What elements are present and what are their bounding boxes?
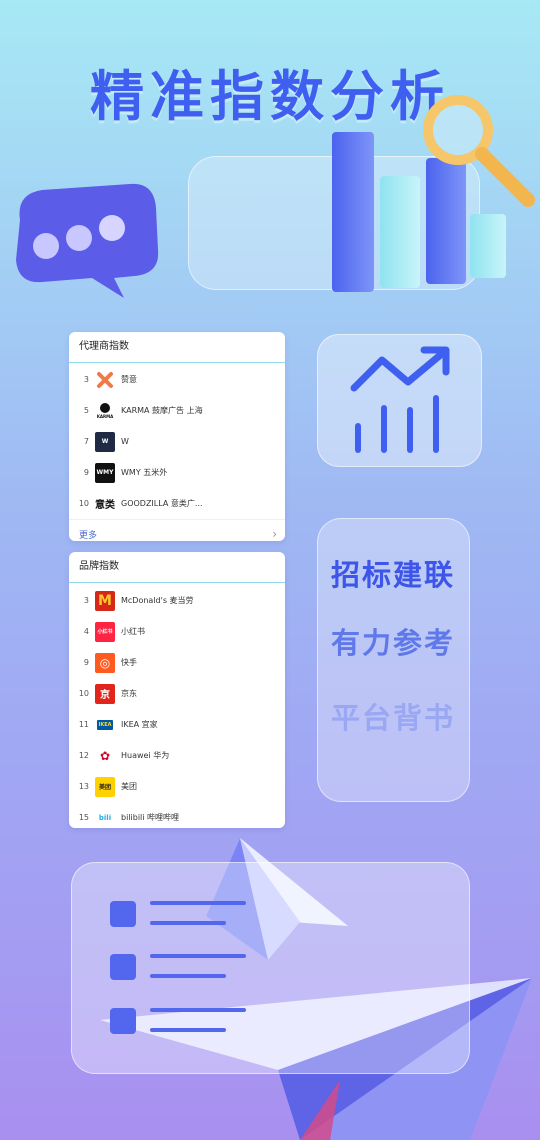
- chat-bubble-icon: [16, 183, 159, 298]
- goodzilla-logo-text: 意类: [95, 500, 115, 511]
- list-line: [150, 1008, 246, 1012]
- more-link[interactable]: 更多 ›: [69, 519, 285, 548]
- rank-number: 10: [78, 689, 89, 698]
- brand-name: 快手: [121, 658, 137, 667]
- list-line: [150, 921, 226, 925]
- list-item[interactable]: 5 KARMA KARMA 鼓摩广告 上海: [69, 395, 285, 426]
- agency-name: W: [121, 437, 129, 446]
- list-item[interactable]: 10 意类 GOODZILLA 意类广...: [69, 488, 285, 519]
- w-logo-icon: W: [95, 431, 115, 452]
- goodzilla-logo-icon: 意类: [95, 494, 115, 514]
- zanyi-logo-icon: [95, 370, 115, 390]
- wmy-logo-icon: WMY: [95, 462, 115, 483]
- rank-number: 12: [78, 751, 89, 760]
- mcdonalds-logo-icon: M: [95, 590, 115, 611]
- ikea-logo-icon: IKEA: [95, 715, 115, 735]
- trend-chart-icon: [350, 346, 450, 453]
- slogan-bidding: 招标建联: [330, 558, 455, 592]
- list-item[interactable]: 4 小红书 小红书: [69, 616, 285, 647]
- brand-name: McDonald's 麦当劳: [121, 596, 194, 605]
- xiaohongshu-logo-icon: 小红书: [95, 621, 115, 642]
- mcdonalds-logo-text: M: [98, 592, 112, 609]
- brand-name: Huawei 华为: [121, 751, 170, 760]
- list-line: [150, 901, 246, 905]
- agency-index-card: 代理商指数 3 赞意 5 KARMA KARMA 鼓摩广告 上海 7 W W 9: [69, 332, 285, 541]
- list-bullet-square: [110, 901, 136, 927]
- list-item[interactable]: 15 bili bilibili 哔哩哔哩: [69, 802, 285, 833]
- kuaishou-logo-text: ◎: [99, 655, 111, 670]
- agency-name: WMY 五米外: [121, 468, 168, 477]
- agency-index-title: 代理商指数: [69, 332, 285, 363]
- w-logo-text: W: [101, 438, 109, 445]
- huawei-logo-icon: ✿: [95, 746, 115, 766]
- rank-number: 15: [78, 813, 89, 822]
- list-bullet-square: [110, 954, 136, 980]
- list-line: [150, 1028, 226, 1032]
- brand-index-title: 品牌指数: [69, 552, 285, 583]
- list-item[interactable]: 11 IKEA IKEA 宜家: [69, 709, 285, 740]
- list-item[interactable]: 9 WMY WMY 五米外: [69, 457, 285, 488]
- list-item[interactable]: 3 赞意: [69, 364, 285, 395]
- karma-logo-text: KARMA: [96, 414, 114, 419]
- list-item[interactable]: 13 美团 美团: [69, 771, 285, 802]
- list-item[interactable]: 3 M McDonald's 麦当劳: [69, 585, 285, 616]
- rank-number: 9: [83, 468, 89, 477]
- brand-name: 小红书: [121, 627, 145, 636]
- wmy-logo-text: WMY: [96, 469, 114, 476]
- huawei-logo-text: ✿: [99, 748, 111, 763]
- rank-number: 9: [83, 658, 89, 667]
- agency-name: KARMA 鼓摩广告 上海: [121, 406, 203, 415]
- brand-index-card: 品牌指数 3 M McDonald's 麦当劳 4 小红书 小红书 9 ◎ 快手…: [69, 552, 285, 828]
- meituan-logo-icon: 美团: [95, 776, 115, 797]
- brand-name: bilibili 哔哩哔哩: [121, 813, 180, 822]
- kuaishou-logo-icon: ◎: [95, 652, 115, 673]
- rank-number: 3: [83, 375, 89, 384]
- more-label: 更多: [79, 530, 98, 541]
- rank-number: 7: [83, 437, 89, 446]
- bilibili-logo-icon: bili: [95, 808, 115, 828]
- jd-logo-text: 京: [100, 690, 110, 701]
- karma-logo-icon: KARMA: [95, 401, 115, 421]
- rank-number: 4: [83, 627, 89, 636]
- list-line: [150, 974, 226, 978]
- list-item[interactable]: 7 W W: [69, 426, 285, 457]
- brand-name: IKEA 宜家: [121, 720, 158, 729]
- brand-name: 京东: [121, 689, 137, 698]
- slogan-reference: 有力参考: [330, 626, 455, 660]
- rank-number: 11: [78, 720, 89, 729]
- brand-name: 美团: [121, 782, 137, 791]
- bilibili-logo-text: bili: [98, 813, 112, 822]
- chevron-right-icon: ›: [272, 527, 277, 541]
- list-line: [150, 954, 246, 958]
- list-bullet-square: [110, 1008, 136, 1034]
- ikea-logo-text: IKEA: [97, 719, 113, 730]
- rank-number: 13: [78, 782, 89, 791]
- list-item[interactable]: 9 ◎ 快手: [69, 647, 285, 678]
- meituan-logo-text: 美团: [98, 784, 111, 791]
- agency-name: GOODZILLA 意类广...: [121, 499, 203, 508]
- xiaohongshu-logo-text: 小红书: [97, 629, 113, 635]
- list-item[interactable]: 10 京 京东: [69, 678, 285, 709]
- magnifier-icon: [423, 95, 535, 207]
- rank-number: 10: [78, 499, 89, 508]
- slogan-endorsement: 平台背书: [330, 701, 455, 735]
- agency-name: 赞意: [121, 375, 137, 384]
- rank-number: 3: [83, 596, 89, 605]
- rank-number: 5: [83, 406, 89, 415]
- list-item[interactable]: 12 ✿ Huawei 华为: [69, 740, 285, 771]
- jd-logo-icon: 京: [95, 683, 115, 704]
